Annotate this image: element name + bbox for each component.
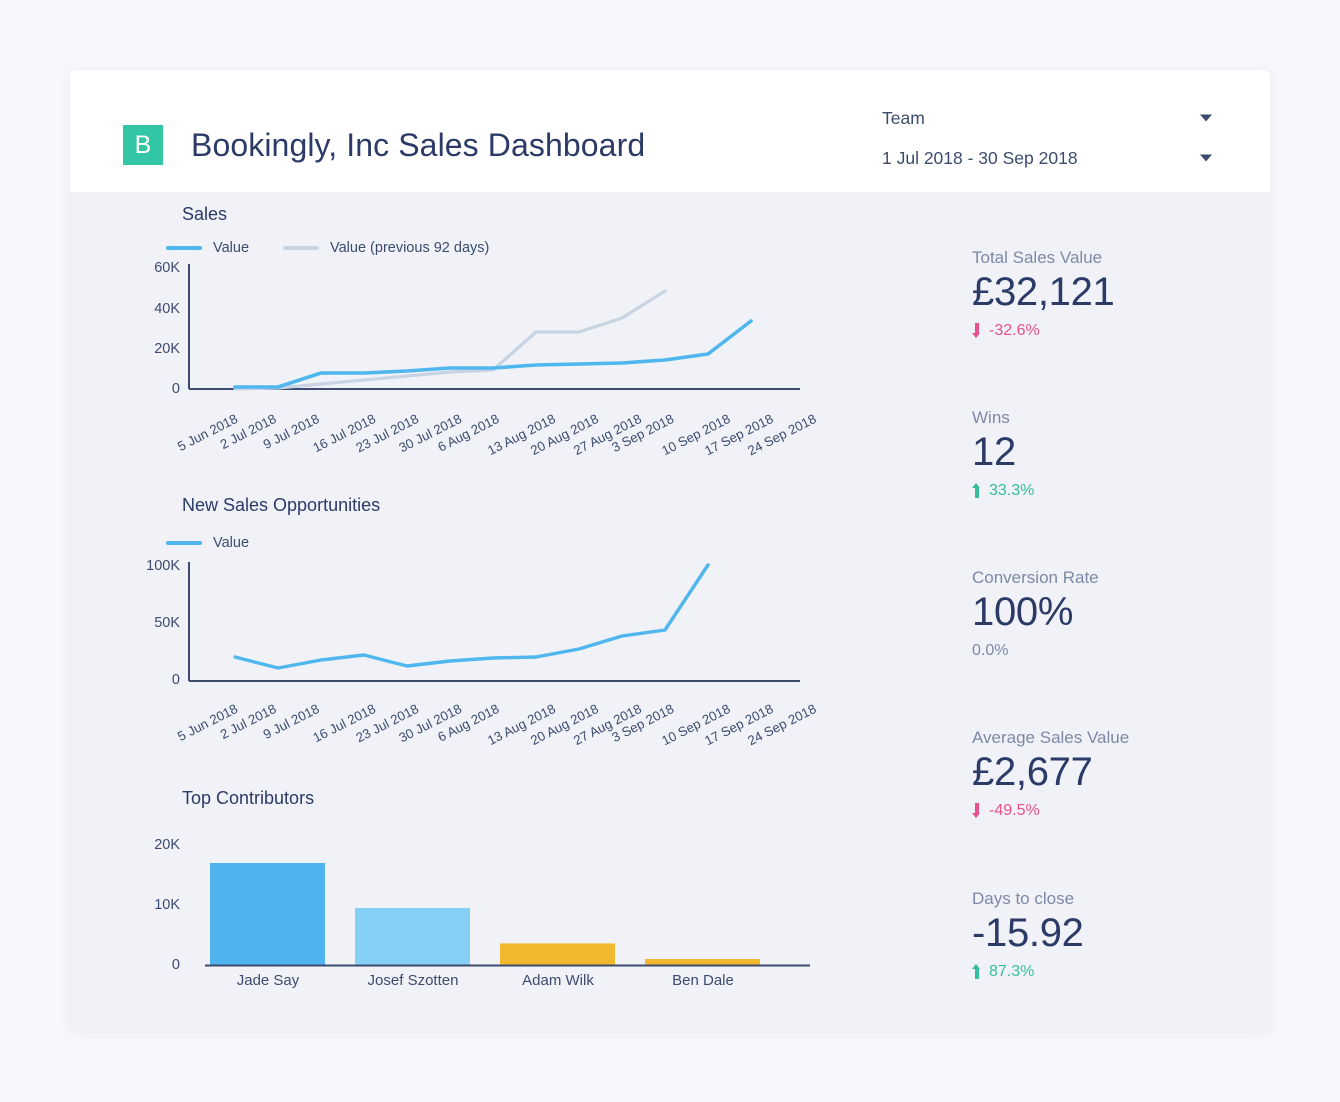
opportunities-chart-panel: New Sales Opportunities Value 100K 50K 0 <box>70 487 890 787</box>
y-tick-label: 20K <box>154 837 180 853</box>
category-label: Adam Wilk <box>522 972 594 989</box>
arrow-down-icon <box>972 803 981 818</box>
legend-label-value: Value <box>213 535 249 551</box>
y-tick-label: 0 <box>172 672 180 688</box>
dashboard-header: B Bookingly, Inc Sales Dashboard Team 1 … <box>70 70 1270 192</box>
sales-series-previous <box>235 291 665 389</box>
bar-jade-say[interactable] <box>210 863 325 965</box>
date-range-filter-dropdown[interactable]: 1 Jul 2018 - 30 Sep 2018 <box>882 138 1212 178</box>
kpi-delta: -49.5% <box>972 802 1270 820</box>
arrow-up-icon <box>972 483 981 498</box>
kpi-wins: Wins 12 33.3% <box>972 408 1270 500</box>
kpi-delta: -32.6% <box>972 322 1270 340</box>
app-logo-icon: B <box>123 125 163 165</box>
legend-swatch-value <box>166 246 202 250</box>
category-label: Ben Dale <box>672 972 734 989</box>
bar-adam-wilk[interactable] <box>500 943 615 965</box>
chevron-down-icon[interactable] <box>1200 115 1212 122</box>
kpi-total-sales-value: Total Sales Value £32,121 -32.6% <box>972 248 1270 340</box>
kpi-delta: 33.3% <box>972 482 1270 500</box>
kpi-value: £2,677 <box>972 750 1270 795</box>
kpi-delta-text: -49.5% <box>989 802 1040 820</box>
kpi-value: 100% <box>972 590 1270 635</box>
kpi-column: Total Sales Value £32,121 -32.6% Wins 12… <box>890 192 1270 1030</box>
y-tick-label: 50K <box>154 615 180 631</box>
y-tick-label: 0 <box>172 381 180 397</box>
legend-swatch-value-previous <box>283 246 319 250</box>
sales-chart-panel: Sales Value Value (previous 92 days) <box>70 192 890 492</box>
dashboard-card: B Bookingly, Inc Sales Dashboard Team 1 … <box>70 70 1270 1030</box>
header-filters: Team 1 Jul 2018 - 30 Sep 2018 <box>882 98 1212 178</box>
sales-series-value <box>235 321 751 387</box>
chevron-down-icon[interactable] <box>1200 155 1212 162</box>
contributors-chart-title: Top Contributors <box>182 788 314 809</box>
bar-josef-szotten[interactable] <box>355 908 470 965</box>
y-tick-label: 100K <box>146 558 180 574</box>
legend-label-value-previous: Value (previous 92 days) <box>330 240 489 256</box>
kpi-value: 12 <box>972 430 1270 475</box>
charts-column: Sales Value Value (previous 92 days) <box>70 192 890 1030</box>
sales-x-axis-labels: 5 Jun 2018 2 Jul 2018 9 Jul 2018 16 Jul … <box>180 397 880 467</box>
kpi-value: £32,121 <box>972 270 1270 315</box>
kpi-label: Total Sales Value <box>972 248 1270 268</box>
sales-chart-title: Sales <box>182 204 227 225</box>
dashboard-body: Sales Value Value (previous 92 days) <box>70 192 1270 1030</box>
arrow-down-icon <box>972 323 981 338</box>
legend-item-value[interactable]: Value <box>166 240 249 256</box>
opportunities-series-value <box>235 565 708 668</box>
legend-swatch-value <box>166 541 202 545</box>
y-tick-label: 40K <box>154 301 180 317</box>
opportunities-chart-title: New Sales Opportunities <box>182 495 380 516</box>
contributors-category-labels: Jade Say Josef Szotten Adam Wilk Ben Dal… <box>180 972 880 1002</box>
sales-chart-legend: Value Value (previous 92 days) <box>166 240 523 256</box>
category-label: Jade Say <box>237 972 300 989</box>
kpi-label: Conversion Rate <box>972 568 1270 588</box>
dashboard-page: B Bookingly, Inc Sales Dashboard Team 1 … <box>0 0 1340 1102</box>
team-filter-dropdown[interactable]: Team <box>882 98 1212 138</box>
team-filter-label: Team <box>882 108 925 129</box>
kpi-value: -15.92 <box>972 911 1270 956</box>
category-label: Josef Szotten <box>368 972 459 989</box>
legend-item-value-previous[interactable]: Value (previous 92 days) <box>283 240 489 256</box>
opportunities-x-axis-labels: 5 Jun 2018 2 Jul 2018 9 Jul 2018 16 Jul … <box>180 687 880 757</box>
kpi-label: Average Sales Value <box>972 728 1270 748</box>
kpi-conversion-rate: Conversion Rate 100% 0.0% <box>972 568 1270 660</box>
kpi-label: Wins <box>972 408 1270 428</box>
kpi-delta-text: 87.3% <box>989 963 1034 981</box>
legend-item-value[interactable]: Value <box>166 535 249 551</box>
kpi-delta-text: -32.6% <box>989 322 1040 340</box>
y-tick-label: 60K <box>154 260 180 276</box>
legend-label-value: Value <box>213 240 249 256</box>
contributors-chart-panel: Top Contributors 20K 10K 0 <box>70 780 890 1030</box>
kpi-average-sales-value: Average Sales Value £2,677 -49.5% <box>972 728 1270 820</box>
opportunities-chart-legend: Value <box>166 535 283 551</box>
kpi-delta-text: 0.0% <box>972 642 1008 660</box>
y-tick-label: 20K <box>154 341 180 357</box>
arrow-up-icon <box>972 964 981 979</box>
kpi-days-to-close: Days to close -15.92 87.3% <box>972 889 1270 981</box>
y-tick-label: 10K <box>154 897 180 913</box>
page-title: Bookingly, Inc Sales Dashboard <box>191 127 645 164</box>
bar-ben-dale[interactable] <box>645 959 760 965</box>
kpi-label: Days to close <box>972 889 1270 909</box>
kpi-delta: 0.0% <box>972 642 1270 660</box>
brand: B Bookingly, Inc Sales Dashboard <box>123 125 645 165</box>
kpi-delta: 87.3% <box>972 963 1270 981</box>
y-tick-label: 0 <box>172 957 180 973</box>
kpi-delta-text: 33.3% <box>989 482 1034 500</box>
date-range-filter-label: 1 Jul 2018 - 30 Sep 2018 <box>882 148 1078 169</box>
